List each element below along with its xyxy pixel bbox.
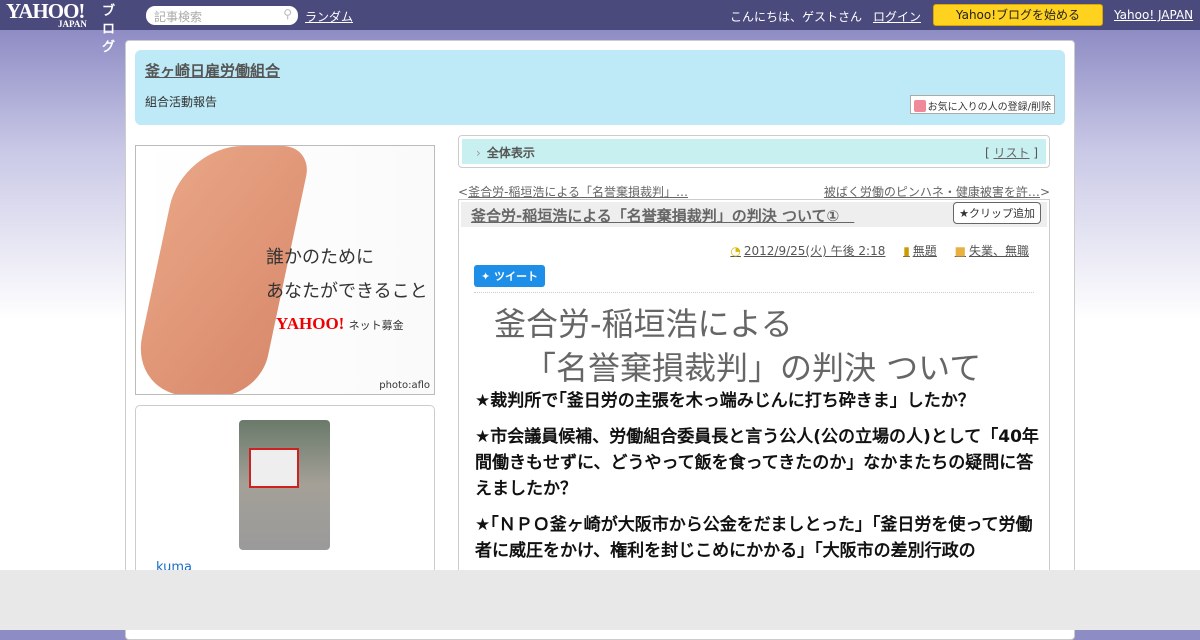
- tweet-button[interactable]: ✦ ツイート: [474, 265, 546, 287]
- logo-sub: JAPAN: [58, 19, 87, 29]
- random-link[interactable]: ランダム: [305, 8, 353, 25]
- paragraph: ★｢ＮＰＯ釜ヶ崎が大阪市から公金をだましとった」｢釜日労を使って労働者に威圧をか…: [475, 515, 1033, 561]
- favorite-label: お気に入りの人の登録/削除: [927, 102, 1051, 113]
- chevron-right-icon: ›: [476, 146, 481, 160]
- folder-icon: ■: [954, 244, 966, 258]
- next-post-link[interactable]: 被ばく労働のピンハネ・健康被害を許…: [824, 185, 1040, 199]
- post-body: ★裁判所で｢釜日労の主張を木っ端みじんに打ち砕きま」したか？ ★市会議員候補、労…: [475, 388, 1039, 574]
- heading-line1: 釜合労-稲垣浩による: [494, 305, 793, 343]
- clip-label: クリップ追加: [969, 207, 1035, 220]
- greeting: こんにちは、ゲストさん: [730, 10, 863, 24]
- ad-line2: あなたができること: [266, 281, 428, 302]
- clock-icon: ◔: [730, 244, 741, 258]
- logo-blog: ブログ: [102, 4, 115, 55]
- post: 釜合労-稲垣浩による「名誉棄損裁判」の判決 ついて① ★クリップ追加 ◔ 2012…: [458, 199, 1050, 579]
- post-category[interactable]: 失業、無職: [969, 244, 1029, 258]
- start-blog-button[interactable]: Yahoo!ブログを始める: [933, 4, 1103, 26]
- divider: [474, 292, 1034, 293]
- top-bar: YAHOO! JAPAN ブログ 記事検索 ⚲ ランダム こんにちは、ゲストさん ログ…: [0, 0, 1200, 56]
- yahoo-blog-logo[interactable]: YAHOO! JAPAN ブログ: [6, 1, 115, 56]
- search-placeholder: 記事検索: [154, 10, 203, 24]
- heading-line2: 「名誉棄損裁判」の判決 ついて: [524, 349, 982, 387]
- all-view-bar: › 全体表示[ リスト ]: [458, 135, 1050, 168]
- yahoo-japan-link[interactable]: Yahoo! JAPAN: [1114, 8, 1193, 22]
- blog-title[interactable]: 釜ヶ崎日雇労働組合: [145, 60, 280, 81]
- search-input[interactable]: 記事検索 ⚲: [146, 6, 298, 25]
- twitter-icon: ✦: [481, 270, 495, 283]
- favorite-button[interactable]: お気に入りの人の登録/削除: [909, 95, 1055, 114]
- paragraph: ★裁判所で｢釜日労の主張を木っ端みじんに打ち砕きま」したか？: [475, 391, 975, 411]
- ad-banner[interactable]: 誰かのためにあなたができること YAHOO! ネット募金 photo:aflo: [135, 145, 435, 395]
- post-nav: <釜合労-稲垣浩による「名誉棄損裁判」… 被ばく労働のピンハネ・健康被害を許…>: [458, 185, 1050, 199]
- paragraph: ★市会議員候補、労働組合委員長と言う公人(公の立場の人)として「40年間働きもせ…: [475, 427, 1039, 499]
- clip-add-button[interactable]: ★クリップ追加: [953, 202, 1041, 224]
- all-view-label[interactable]: 全体表示: [487, 146, 535, 160]
- ad-brand: YAHOO!: [276, 314, 345, 333]
- ad-line1: 誰かのために: [266, 247, 374, 268]
- main-column: › 全体表示[ リスト ] <釜合労-稲垣浩による「名誉棄損裁判」… 被ばく労働のピ…: [458, 135, 1050, 579]
- post-date[interactable]: 2012/9/25(火) 午後 2:18: [744, 244, 885, 258]
- bracket: ]: [1029, 146, 1038, 160]
- heart-icon: [913, 100, 926, 112]
- profile-avatar[interactable]: [239, 420, 330, 550]
- ad-brand-sub: ネット募金: [348, 319, 404, 332]
- tweet-label: ツイート: [494, 270, 539, 283]
- post-meta: ◔ 2012/9/25(火) 午後 2:18 ▮ 無題 ■ 失業、無職: [716, 242, 1029, 259]
- blog-subtitle: 組合活動報告: [145, 95, 218, 109]
- bottom-overlay: [0, 570, 1200, 630]
- search-icon[interactable]: ⚲: [283, 7, 292, 21]
- book-icon: ▮: [903, 244, 910, 258]
- post-theme[interactable]: 無題: [913, 244, 937, 258]
- login-link[interactable]: ログイン: [873, 8, 921, 25]
- star-icon: ★: [959, 207, 969, 220]
- list-link[interactable]: リスト: [993, 146, 1029, 160]
- blog-header: 釜ヶ崎日雇労働組合 組合活動報告 お気に入りの人の登録/削除: [135, 50, 1065, 125]
- post-heading: 釜合労-稲垣浩による「名誉棄損裁判」の判決 ついて: [494, 302, 981, 390]
- prev-post-link[interactable]: 釜合労-稲垣浩による「名誉棄損裁判」…: [468, 185, 688, 199]
- ad-credit: photo:aflo: [379, 380, 430, 391]
